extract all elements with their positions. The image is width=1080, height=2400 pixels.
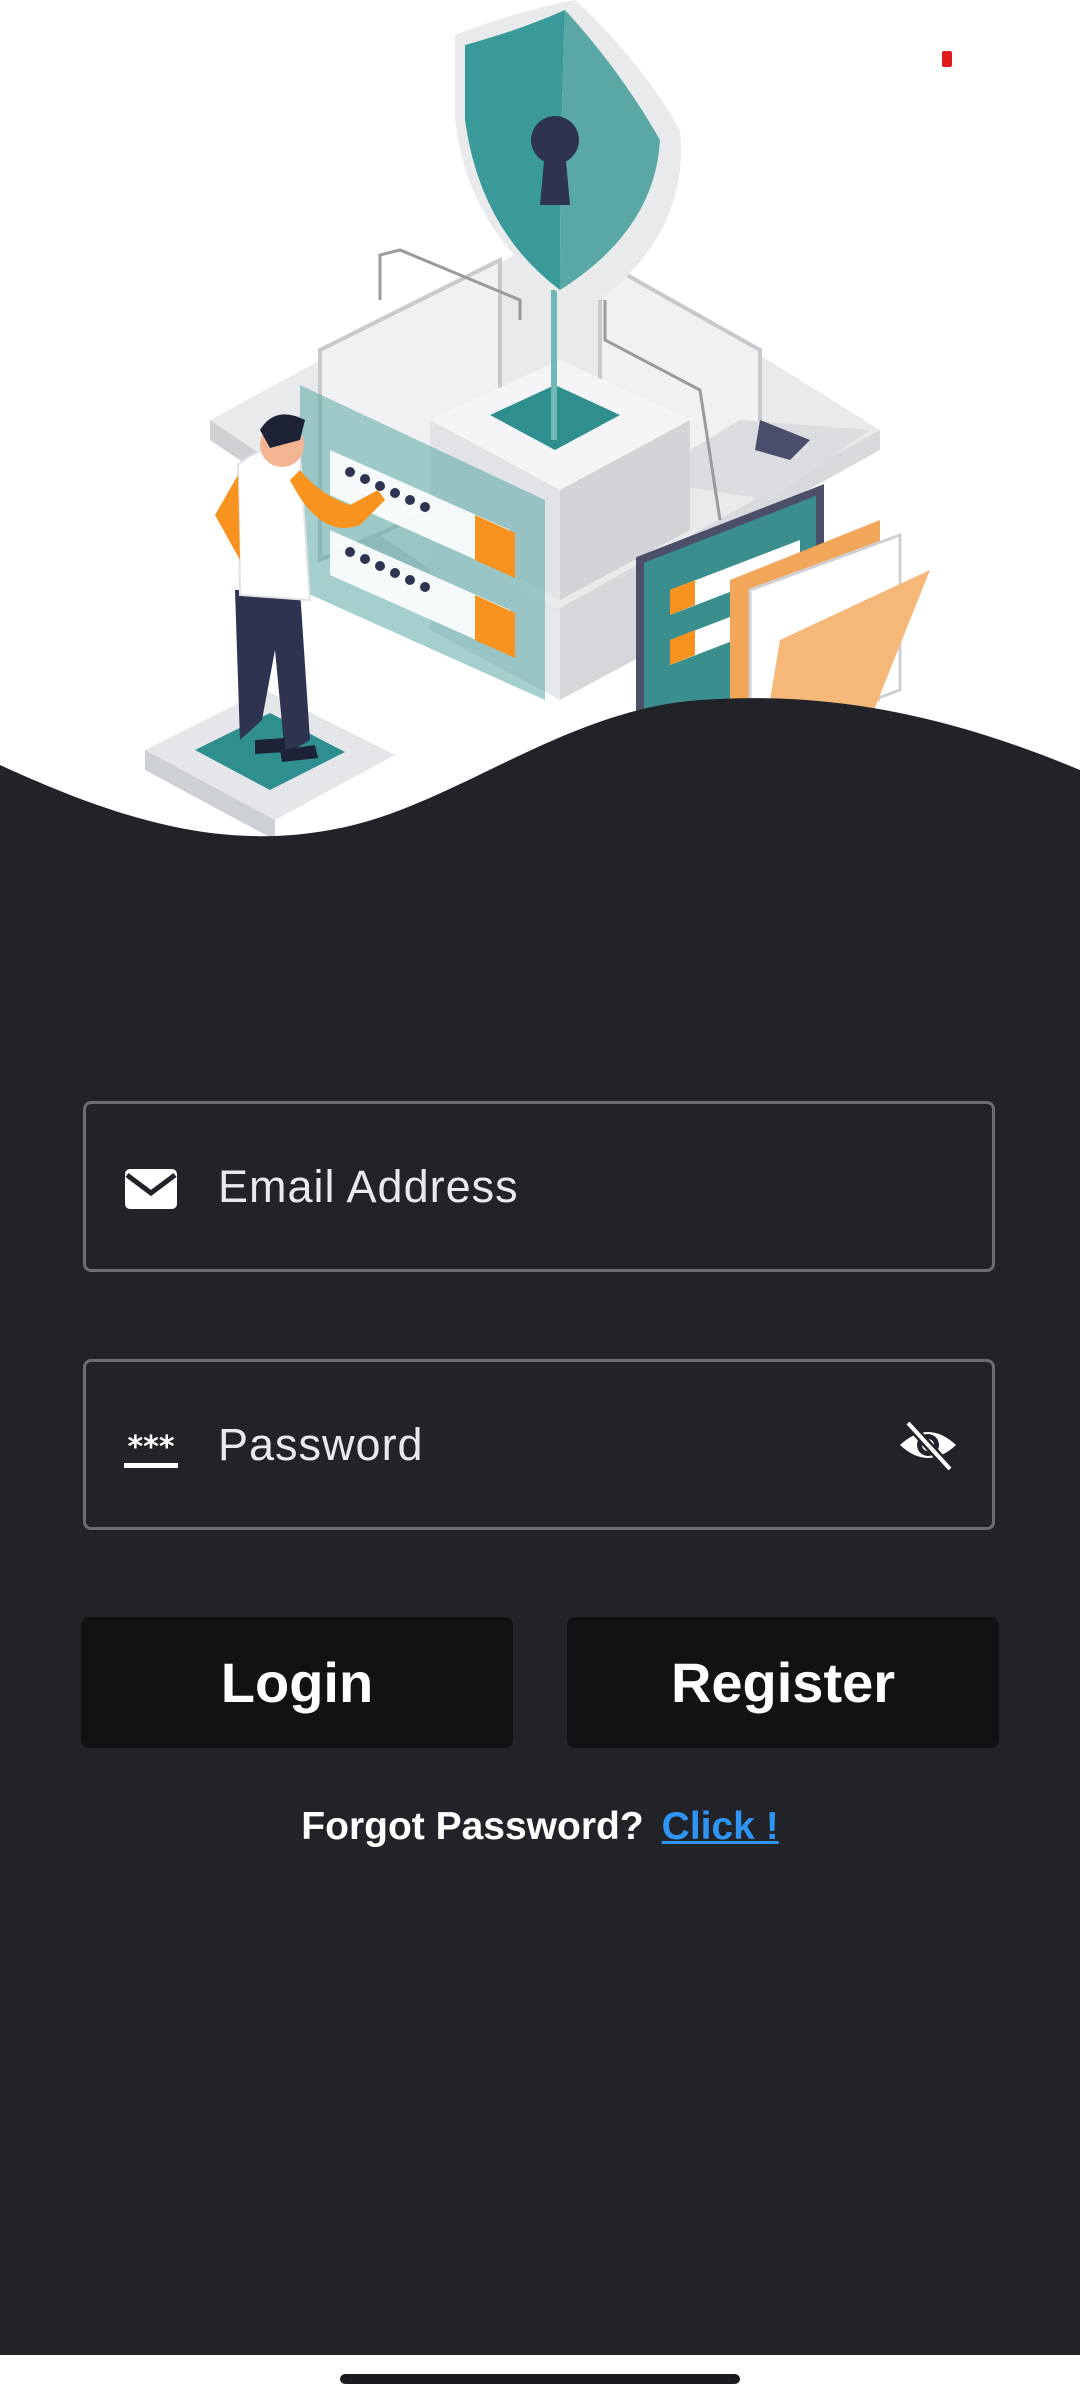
eye-off-icon[interactable] [896,1417,960,1473]
email-field[interactable]: Email Address [83,1101,995,1272]
password-field[interactable]: *** Password [83,1359,995,1530]
forgot-password-text: Forgot Password? [301,1805,644,1848]
email-input[interactable] [218,1104,898,1269]
login-button[interactable]: Login [81,1617,513,1748]
password-input[interactable] [218,1362,898,1527]
home-gesture-handle[interactable] [340,2374,740,2384]
forgot-password-link[interactable]: Click ! [662,1805,779,1848]
svg-text:***: *** [127,1430,174,1465]
notification-indicator [942,51,952,67]
security-illustration [0,0,1080,840]
mail-icon [125,1169,177,1209]
register-button[interactable]: Register [567,1617,999,1748]
forgot-password-row: Forgot Password? Click ! [0,1805,1080,1849]
password-asterisks-icon: *** [124,1430,178,1468]
